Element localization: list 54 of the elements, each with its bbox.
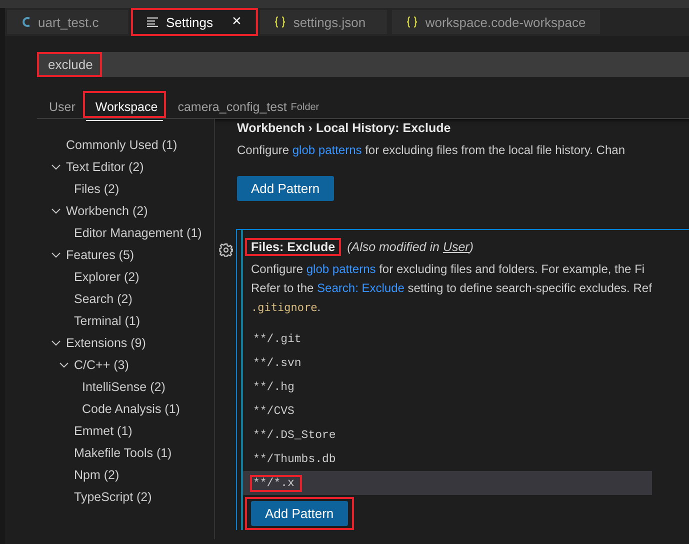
editor-tab[interactable]: workspace.code-workspace: [392, 10, 601, 34]
tab-label: workspace.code-workspace: [425, 14, 586, 30]
pattern-item[interactable]: **/.svn: [243, 351, 652, 375]
settings-icon: [219, 243, 233, 257]
braces-icon: [274, 16, 286, 28]
user-link[interactable]: User: [442, 240, 470, 254]
link[interactable]: glob patterns: [292, 143, 362, 157]
editor-tab[interactable]: Settings ×: [133, 10, 256, 34]
toc-item[interactable]: Emmet (1): [74, 424, 132, 438]
c-file-icon: [21, 16, 31, 28]
pattern-item[interactable]: **/.DS_Store: [243, 423, 652, 447]
toc-item[interactable]: Commonly Used (1): [66, 138, 178, 152]
toc-item[interactable]: Explorer (2): [74, 270, 140, 284]
setting-description: Configure glob patterns for excluding files from the local file history. Chan: [237, 142, 625, 159]
add-pattern-button[interactable]: Add Pattern: [237, 176, 334, 201]
toc-item[interactable]: Terminal (1): [74, 314, 140, 328]
toc-item[interactable]: Files (2): [74, 182, 120, 196]
toc-item[interactable]: Makefile Tools (1): [74, 446, 172, 460]
setting-title: Files: Exclude: [251, 240, 336, 254]
pattern-item[interactable]: **/*.x: [243, 471, 652, 495]
link[interactable]: glob patterns: [306, 262, 376, 276]
scope-tab[interactable]: Workspace: [86, 94, 163, 121]
toc-item[interactable]: Code Analysis (1): [82, 402, 180, 416]
pattern-item[interactable]: **/.git: [243, 327, 652, 351]
tab-label: settings.json: [293, 14, 366, 30]
toc-item[interactable]: Features (5): [66, 248, 134, 262]
tab-label: uart_test.c: [38, 14, 99, 30]
toc-item[interactable]: Text Editor (2): [66, 160, 144, 174]
pattern-item[interactable]: **/Thumbs.db: [243, 447, 652, 471]
toc-item[interactable]: IntelliSense (2): [82, 380, 166, 394]
setting-description: Configure glob patterns for excluding files and folders. For example, the Fi Refer to the Search: Exclude setting to define search-specific excludes. Ref .gitignore.: [251, 261, 652, 316]
link[interactable]: Search: Exclude: [317, 281, 404, 295]
toc-item[interactable]: Extensions (9): [66, 336, 146, 350]
setting-title: Workbench › Local History: Exclude: [237, 121, 451, 135]
scope-tab[interactable]: camera_config_test Folder: [168, 94, 324, 120]
close-icon[interactable]: ×: [232, 13, 242, 31]
pattern-item[interactable]: **/.hg: [243, 375, 652, 399]
add-pattern-button[interactable]: Add Pattern: [251, 501, 348, 526]
highlight-frame: **/*.x: [250, 474, 302, 492]
toc-item[interactable]: Npm (2): [74, 468, 120, 482]
tab-label: Settings: [166, 14, 213, 30]
toc-item[interactable]: C/C++ (3): [74, 358, 129, 372]
toc-item[interactable]: Workbench (2): [66, 204, 148, 218]
scope-tab[interactable]: User: [40, 94, 80, 120]
pattern-item[interactable]: **/CVS: [243, 399, 652, 423]
editor-tab[interactable]: settings.json: [260, 10, 388, 34]
toc-item[interactable]: Editor Management (1): [74, 226, 202, 240]
editor-tab[interactable]: uart_test.c: [7, 10, 129, 34]
modified-note: (Also modified in User): [347, 240, 474, 254]
braces-icon: [406, 16, 418, 28]
toc-item[interactable]: Search (2): [74, 292, 132, 306]
lines-icon: [147, 17, 159, 27]
search-field[interactable]: exclude: [42, 55, 99, 74]
toc-item[interactable]: TypeScript (2): [74, 490, 152, 504]
